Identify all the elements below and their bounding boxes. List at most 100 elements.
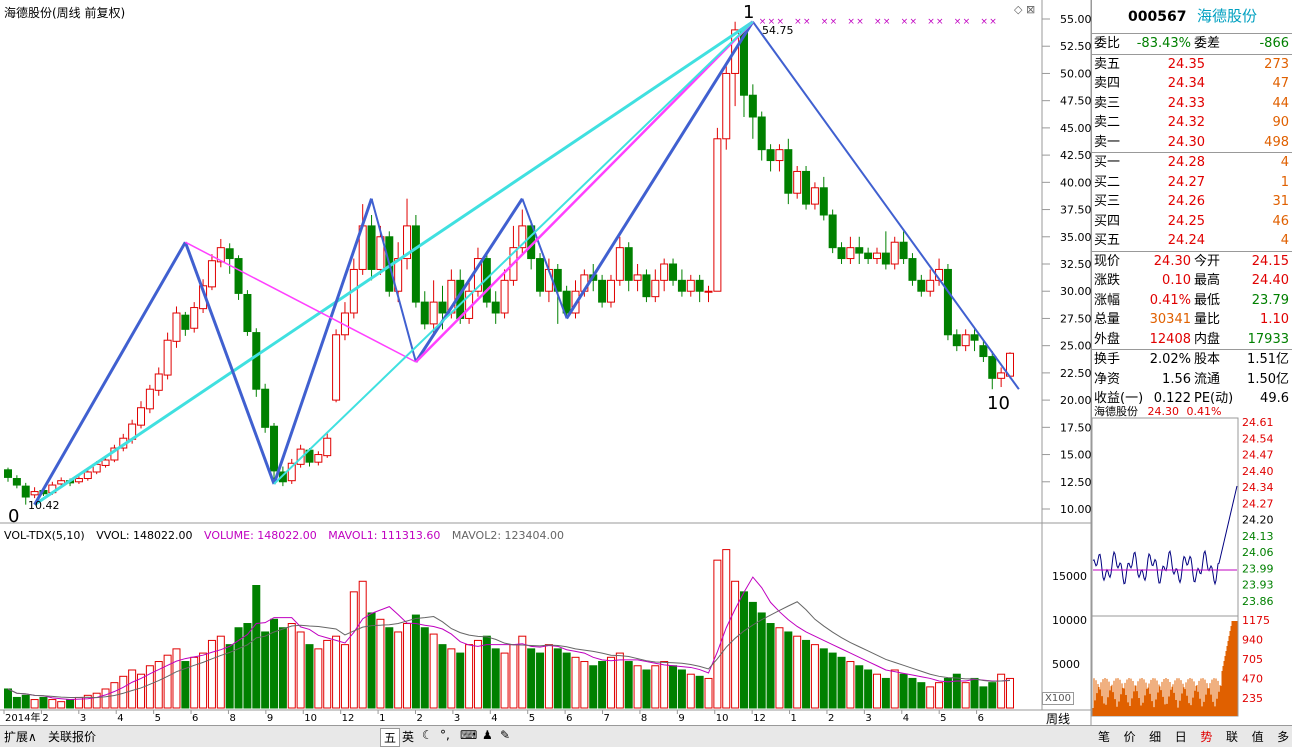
quote-label: 涨跌 bbox=[1094, 273, 1121, 288]
volume-bar bbox=[349, 591, 358, 709]
quote-label: 净资 bbox=[1094, 371, 1121, 387]
quote-label: 卖二 bbox=[1094, 115, 1121, 130]
volume-bar bbox=[793, 635, 802, 709]
quote-rows: 委比 -83.43% 委差 -866 卖五 24.35 273 卖四 24.34 47 卖三 24.3… bbox=[1092, 34, 1292, 409]
candle-body bbox=[890, 241, 899, 265]
price-tick-label: 27.50 bbox=[1060, 312, 1092, 325]
signal-marker: × bbox=[963, 17, 971, 27]
quote-value-2: 23.79 bbox=[1251, 292, 1289, 308]
volume-bar bbox=[216, 635, 225, 709]
candle-body bbox=[536, 258, 545, 292]
x-tick-label: 10 bbox=[716, 713, 729, 724]
volume-bar bbox=[819, 648, 828, 709]
x-tick-label: 3 bbox=[80, 713, 86, 724]
candle-body bbox=[606, 279, 615, 303]
volume-bar bbox=[553, 648, 562, 709]
x-tick-label: 2 bbox=[416, 713, 422, 724]
volume-bar bbox=[376, 618, 385, 709]
wrench-icon[interactable]: ✎ bbox=[500, 728, 510, 742]
quote-label: 卖一 bbox=[1094, 134, 1121, 150]
right-tab[interactable]: 日 bbox=[1168, 728, 1194, 745]
signal-marker: × bbox=[830, 17, 838, 27]
price-tick-label: 40.00 bbox=[1060, 176, 1092, 189]
chart-options-icon[interactable]: ◇ ⊠ bbox=[1014, 3, 1035, 16]
volume-bar bbox=[864, 669, 873, 709]
candle-body bbox=[172, 312, 181, 342]
volume-legend: VOL-TDX(5,10) VVOL: 148022.00 VOLUME: 14… bbox=[4, 529, 572, 542]
quote-value-2: 4 bbox=[1280, 233, 1289, 248]
intraday-price-tick: 24.13 bbox=[1242, 530, 1274, 543]
quote-row: 现价 24.30 今开 24.15 bbox=[1092, 250, 1292, 272]
right-tab[interactable]: 细 bbox=[1142, 728, 1168, 745]
volume-bar bbox=[917, 682, 926, 709]
tab-expand[interactable]: 扩展∧ bbox=[4, 728, 37, 745]
signal-marker: × bbox=[954, 17, 962, 27]
price-tick-label: 45.00 bbox=[1060, 122, 1092, 135]
candle-body bbox=[943, 268, 952, 336]
quote-value-2: 273 bbox=[1264, 56, 1289, 72]
volume-bar bbox=[509, 644, 518, 709]
signal-marker: × bbox=[883, 17, 891, 27]
input-method-five[interactable]: 五 bbox=[380, 728, 401, 747]
volume-bar bbox=[518, 635, 527, 709]
volume-bar bbox=[21, 694, 30, 709]
quote-value-2: 498 bbox=[1264, 134, 1289, 150]
quote-value-2: 1 bbox=[1280, 174, 1289, 190]
bottom-toolbar: 扩展∧ 关联报价 五 英 ☾ °, ⌨ ♟ ✎ 笔价细日势联值多 bbox=[0, 725, 1292, 747]
volume-bar bbox=[828, 652, 837, 709]
candle-body bbox=[615, 247, 624, 281]
x-tick-label: 1 bbox=[379, 713, 385, 724]
volume-bar bbox=[536, 652, 545, 709]
candle-body bbox=[4, 469, 12, 478]
candle-body bbox=[766, 149, 775, 162]
price-tick-label: 55.00 bbox=[1060, 13, 1092, 26]
punctuation-icon[interactable]: °, bbox=[440, 728, 450, 742]
intraday-price-tick: 24.06 bbox=[1242, 546, 1274, 559]
quote-label: 买二 bbox=[1094, 174, 1121, 190]
keyboard-icon[interactable]: ⌨ bbox=[460, 728, 477, 742]
right-tab[interactable]: 价 bbox=[1117, 728, 1143, 745]
candle-body bbox=[642, 274, 651, 298]
quote-label: 现价 bbox=[1094, 253, 1121, 269]
quote-row: 净资 1.56 流通 1.50亿 bbox=[1092, 370, 1292, 390]
volume-bar bbox=[757, 612, 766, 709]
intraday-price-tick: 23.93 bbox=[1242, 579, 1274, 592]
right-tab[interactable]: 笔 bbox=[1091, 728, 1117, 745]
volume-bar bbox=[163, 654, 172, 709]
moon-icon[interactable]: ☾ bbox=[422, 728, 433, 742]
quote-label: 买三 bbox=[1094, 194, 1121, 209]
right-tab[interactable]: 势 bbox=[1193, 728, 1219, 745]
x-tick-label: 2 bbox=[828, 713, 834, 724]
x-tick-label: 3 bbox=[454, 713, 460, 724]
candle-body bbox=[30, 491, 39, 496]
volume-bar bbox=[527, 648, 536, 709]
intraday-price-panel bbox=[1091, 417, 1239, 617]
volume-bar bbox=[589, 665, 598, 709]
signal-marker: × bbox=[901, 17, 909, 27]
intraday-price-tick: 24.47 bbox=[1242, 449, 1274, 462]
candle-body bbox=[713, 138, 722, 292]
input-method-english[interactable]: 英 bbox=[402, 728, 414, 745]
candle-body bbox=[598, 279, 607, 303]
candle-body bbox=[917, 279, 926, 292]
tab-related-quotes[interactable]: 关联报价 bbox=[48, 728, 96, 745]
x-tick-label: 12 bbox=[753, 713, 766, 724]
right-tab[interactable]: 联 bbox=[1219, 728, 1245, 745]
right-tab[interactable]: 值 bbox=[1245, 728, 1271, 745]
intraday-volume-tick: 470 bbox=[1242, 673, 1263, 686]
candle-body bbox=[163, 339, 172, 376]
quote-value: 24.33 bbox=[1167, 95, 1205, 111]
volume-bar bbox=[598, 661, 607, 709]
candle-body bbox=[234, 258, 243, 294]
candle-body bbox=[899, 241, 908, 260]
right-tab[interactable]: 多 bbox=[1270, 728, 1292, 745]
candle-body bbox=[101, 459, 110, 466]
volume-bar bbox=[39, 696, 48, 709]
price-tick-label: 22.50 bbox=[1060, 367, 1092, 380]
volume-scale-label: X100 bbox=[1042, 692, 1074, 705]
candle-body bbox=[12, 478, 21, 486]
candle-body bbox=[145, 388, 154, 410]
volume-bar bbox=[128, 669, 137, 709]
user-icon[interactable]: ♟ bbox=[482, 728, 493, 742]
volume-bar bbox=[57, 701, 66, 709]
